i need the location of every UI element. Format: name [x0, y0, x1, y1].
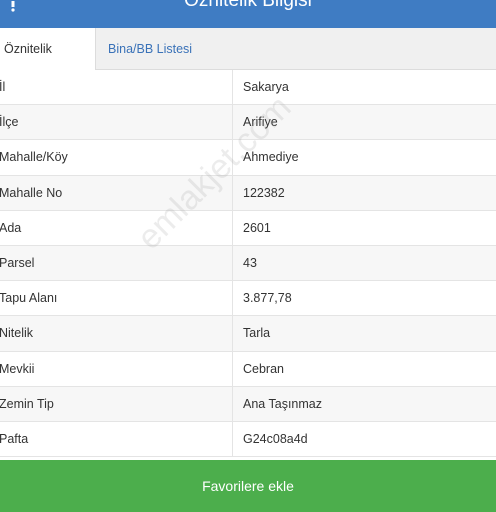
- attribute-label: Pafta: [0, 421, 233, 457]
- table-row: Zemin Tip Ana Taşınmaz: [0, 386, 496, 422]
- attribute-label: İlçe: [0, 105, 233, 140]
- attribute-label: Parsel: [0, 245, 233, 281]
- attribute-value: Cebran: [243, 361, 284, 376]
- attribute-label: Tapu Alanı: [0, 281, 233, 316]
- attribute-label: Mahalle/Köy: [0, 140, 233, 175]
- attribute-label: Mahalle No: [0, 175, 233, 210]
- table-row: Ada 2601: [0, 210, 496, 246]
- table-row: Mahalle/Köy Ahmediye: [0, 140, 496, 176]
- attribute-value: Ana Taşınmaz: [243, 396, 322, 411]
- table-row: Nitelik Tarla: [0, 316, 496, 352]
- attribute-label: İl: [0, 70, 233, 105]
- attribute-label: Mevkii: [0, 351, 233, 386]
- attribute-value: 43: [243, 255, 257, 270]
- attribute-value: Tarla: [243, 326, 271, 341]
- table-row: Pafta G24c08a4d: [0, 421, 496, 458]
- table-row: Mevkii Cebran: [0, 351, 496, 387]
- attribute-value: Sakarya: [243, 80, 289, 94]
- modal-title: Öznitelik Bilgisi: [184, 0, 312, 11]
- table-row: İl Sakarya: [0, 70, 496, 106]
- table-row: Mahalle No 122382: [0, 175, 496, 211]
- tab-bar: Öznitelik Bilgisi Bina/BB Listesi: [0, 28, 496, 98]
- attribute-value: Arifiye: [243, 115, 278, 130]
- attribute-label: Ada: [0, 210, 233, 245]
- attribute-label: Zemin Tip: [0, 386, 233, 421]
- attribute-value: 3.877,78: [243, 291, 292, 306]
- attribute-value: 2601: [243, 220, 271, 235]
- attribute-value: 122382: [243, 185, 285, 200]
- attribute-label: Nitelik: [0, 316, 233, 351]
- table-row: Parsel 43: [0, 245, 496, 282]
- table-row: İlçe Arifiye: [0, 105, 496, 141]
- modal-header: Öznitelik Bilgisi: [0, 0, 496, 28]
- attribute-value: Ahmediye: [243, 150, 299, 165]
- add-to-favorites-button[interactable]: Favorilere ekle: [0, 460, 496, 512]
- attribute-table: İl Sakarya İlçe Arifiye Mahalle/Köy Ahme…: [0, 70, 496, 458]
- tab-oznitelik-bilgisi[interactable]: Öznitelik Bilgisi: [0, 28, 96, 98]
- tab-bina-bb-listesi[interactable]: Bina/BB Listesi: [100, 28, 200, 70]
- attribute-value: G24c08a4d: [243, 431, 308, 446]
- table-row: Tapu Alanı 3.877,78: [0, 281, 496, 317]
